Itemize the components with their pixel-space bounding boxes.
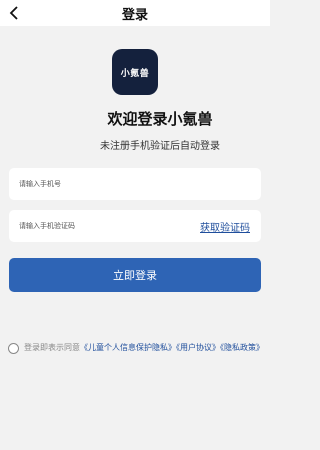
code-field-container: 获取验证码 <box>9 210 261 242</box>
top-nav-bar: 登录 <box>0 0 270 26</box>
user-agreement-link[interactable]: 《用户协议》 <box>176 343 220 352</box>
privacy-policy-link[interactable]: 《隐私政策》 <box>220 343 264 352</box>
page-title: 登录 <box>121 8 148 23</box>
login-button[interactable]: 立即登录 <box>9 258 261 292</box>
app-logo: 小氪兽 <box>112 49 158 95</box>
child-privacy-link[interactable]: 《儿童个人信息保护隐私》 <box>80 343 176 352</box>
agreement-text: 登录即表示同意《儿童个人信息保护隐私》《用户协议》《隐私政策》 <box>24 342 264 354</box>
phone-input[interactable] <box>19 168 189 200</box>
get-code-link[interactable]: 获取验证码 <box>200 219 250 234</box>
welcome-title: 欢迎登录小氪兽 <box>107 110 213 128</box>
agreement-checkbox[interactable] <box>8 343 19 354</box>
logo-text: 小氪兽 <box>120 68 150 79</box>
phone-field-container <box>9 168 261 200</box>
verification-code-input[interactable] <box>19 210 189 242</box>
agreement-prefix: 登录即表示同意 <box>24 343 80 352</box>
login-subtitle: 未注册手机验证后自动登录 <box>100 141 220 152</box>
agreement-row: 登录即表示同意《儿童个人信息保护隐私》《用户协议》《隐私政策》 <box>8 342 264 354</box>
